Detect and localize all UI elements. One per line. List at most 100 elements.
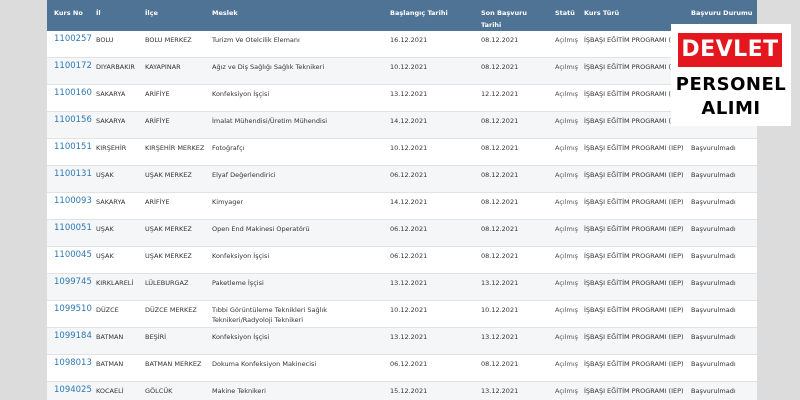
header-baslangic-tarihi[interactable]: Başlangıç Tarihi [383,0,474,31]
cell-baslangic-tarihi: 06.12.2021 [383,165,474,193]
cell-ilce: BOLU MERKEZ [138,31,205,58]
cell-il: SAKARYA [89,111,138,139]
cell-basvuru-durumu: Başvurulmadı [684,300,757,328]
cell-son-basvuru-tarihi: 08.12.2021 [474,165,548,193]
cell-kurs-turu: İŞBAŞI EĞİTİM PROGRAMI (IEP) [577,219,684,247]
cell-kurs-no[interactable]: 1099510 [47,300,92,328]
cell-statu: Açılmış [548,354,578,382]
cell-baslangic-tarihi: 14.12.2021 [383,192,474,220]
cell-son-basvuru-tarihi: 08.12.2021 [474,219,548,247]
table-row[interactable]: 1099184 BATMAN BEŞİRİ Konfeksiyon İşçisi 13.… [47,327,757,355]
logo-line-1: DEVLET [678,33,782,67]
course-list-panel: Kurs No İl İlçe Meslek Başlangıç Tarihi … [47,0,757,400]
cell-kurs-no[interactable]: 1100131 [47,165,92,193]
cell-kurs-no[interactable]: 1100257 [47,31,92,58]
cell-kurs-turu: İŞBAŞI EĞİTİM PROGRAMI (IEP) [577,327,684,355]
table-row[interactable]: 1100151 KIRŞEHİR KIRŞEHİR MERKEZ Fotoğrafçı… [47,138,757,166]
cell-kurs-no[interactable]: 1098013 [47,354,92,382]
cell-son-basvuru-tarihi: 13.12.2021 [474,273,548,301]
cell-son-basvuru-tarihi: 13.12.2021 [474,327,548,355]
cell-son-basvuru-tarihi: 08.12.2021 [474,57,548,85]
table-row[interactable]: 1100131 UŞAK UŞAK MERKEZ Elyaf Değerlendiri… [47,165,757,193]
cell-kurs-turu: İŞBAŞI EĞİTİM PROGRAMI (IEP) [577,354,684,382]
cell-il: SAKARYA [89,84,138,112]
cell-statu: Açılmış [548,57,578,85]
table-row[interactable]: 1099745 KIRKLARELİ LÜLEBURGAZ Paketleme İşç… [47,273,757,301]
cell-basvuru-durumu: Başvurulmadı [684,138,757,166]
cell-meslek: Ağız ve Diş Sağlığı Sağlık Teknikeri [205,57,383,85]
cell-kurs-no[interactable]: 1099184 [47,327,92,355]
table-row[interactable]: 1100172 DIYARBAKIR KAYAPINAR Ağız ve Diş Sa… [47,57,757,85]
header-kurs-no[interactable]: Kurs No [47,0,89,31]
cell-kurs-no[interactable]: 1100156 [47,111,92,139]
cell-kurs-turu: İŞBAŞI EĞİTİM PROGRAMI (IEP) [577,138,684,166]
cell-kurs-no[interactable]: 1100172 [47,57,92,85]
cell-ilce: BATMAN MERKEZ [138,354,205,382]
header-kurs-turu[interactable]: Kurs Türü [577,0,684,31]
cell-kurs-turu: İŞBAŞI EĞİTİM PROGRAMI (IEP) [577,300,684,328]
cell-kurs-turu: İŞBAŞI EĞİTİM PROGRAMI (IEP) [577,381,684,400]
table-row[interactable]: 1100093 SAKARYA ARİFİYE Kimyager 14.12.2021 0… [47,192,757,220]
cell-meslek: Konfeksiyon İşçisi [205,84,383,112]
cell-ilce: UŞAK MERKEZ [138,246,205,274]
cell-basvuru-durumu: Başvurulmadı [684,219,757,247]
header-ilce[interactable]: İlçe [138,0,205,31]
cell-statu: Açılmış [548,381,578,400]
header-meslek[interactable]: Meslek [205,0,383,31]
cell-meslek: Konfeksiyon İşçisi [205,246,383,274]
cell-statu: Açılmış [548,192,578,220]
table-body: 1100257 BOLU BOLU MERKEZ Turizm Ve Otelcili… [47,31,757,400]
cell-kurs-turu: İŞBAŞI EĞİTİM PROGRAMI (IEP) [577,84,684,112]
cell-baslangic-tarihi: 13.12.2021 [383,273,474,301]
cell-statu: Açılmış [548,273,578,301]
cell-meslek: Turizm Ve Otelcilik Elemanı [205,31,383,58]
cell-kurs-no[interactable]: 1100045 [47,246,92,274]
cell-il: KOCAELİ [89,381,138,400]
table-row[interactable]: 1099510 DÜZCE DÜZCE MERKEZ Tıbbi Görüntülem… [47,300,757,328]
cell-son-basvuru-tarihi: 12.12.2021 [474,84,548,112]
cell-ilce: KIRŞEHİR MERKEZ [138,138,205,166]
cell-basvuru-durumu: Başvurulmadı [684,354,757,382]
header-son-basvuru-tarihi[interactable]: Son Başvuru Tarihi [474,0,548,31]
cell-kurs-no[interactable]: 1100051 [47,219,92,247]
cell-kurs-no[interactable]: 1100151 [47,138,92,166]
cell-baslangic-tarihi: 10.12.2021 [383,300,474,328]
cell-son-basvuru-tarihi: 08.12.2021 [474,138,548,166]
cell-kurs-no[interactable]: 1094025 [47,381,92,400]
cell-statu: Açılmış [548,111,578,139]
cell-statu: Açılmış [548,138,578,166]
cell-statu: Açılmış [548,327,578,355]
cell-basvuru-durumu: Başvurulmadı [684,192,757,220]
table-row[interactable]: 1100257 BOLU BOLU MERKEZ Turizm Ve Otelcili… [47,31,757,58]
cell-meslek: Elyaf Değerlendirici [205,165,383,193]
table-row[interactable]: 1098013 BATMAN BATMAN MERKEZ Dokuma Konfeks… [47,354,757,382]
cell-son-basvuru-tarihi: 08.12.2021 [474,354,548,382]
cell-kurs-no[interactable]: 1099745 [47,273,92,301]
cell-son-basvuru-tarihi: 08.12.2021 [474,31,548,58]
cell-meslek: Fotoğrafçı [205,138,383,166]
cell-ilce: ARİFİYE [138,111,205,139]
cell-basvuru-durumu: Başvurulmadı [684,381,757,400]
table-row[interactable]: 1100051 UŞAK UŞAK MERKEZ Open End Makinesi … [47,219,757,247]
cell-baslangic-tarihi: 14.12.2021 [383,111,474,139]
logo-line-2: PERSONEL [675,74,787,95]
cell-il: UŞAK [89,246,138,274]
cell-son-basvuru-tarihi: 13.12.2021 [474,381,548,400]
cell-kurs-turu: İŞBAŞI EĞİTİM PROGRAMI (IEP) [577,192,684,220]
cell-son-basvuru-tarihi: 08.12.2021 [474,192,548,220]
header-statu[interactable]: Statü [548,0,577,31]
cell-statu: Açılmış [548,246,578,274]
cell-ilce: BEŞİRİ [138,327,205,355]
cell-statu: Açılmış [548,84,578,112]
cell-kurs-no[interactable]: 1100093 [47,192,92,220]
table-row[interactable]: 1094025 KOCAELİ GÖLCÜK Makine Teknikeri 15.1… [47,381,757,400]
cell-kurs-turu: İŞBAŞI EĞİTİM PROGRAMI (IEP) [577,246,684,274]
table-row[interactable]: 1100156 SAKARYA ARİFİYE İmalat Mühendisi/Ür… [47,111,757,139]
cell-statu: Açılmış [548,219,578,247]
header-il[interactable]: İl [89,0,138,31]
cell-kurs-no[interactable]: 1100160 [47,84,92,112]
table-row[interactable]: 1100160 SAKARYA ARİFİYE Konfeksiyon İşçisi 1… [47,84,757,112]
cell-baslangic-tarihi: 06.12.2021 [383,354,474,382]
cell-il: BATMAN [89,327,138,355]
table-row[interactable]: 1100045 UŞAK UŞAK MERKEZ Konfeksiyon İşçisi… [47,246,757,274]
